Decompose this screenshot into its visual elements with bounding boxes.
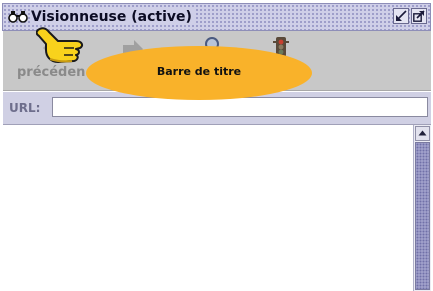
scroll-up-button[interactable] <box>415 126 430 141</box>
title-bar-callout: Barre de titre <box>86 46 312 100</box>
url-label: URL: <box>9 101 41 115</box>
url-input[interactable] <box>52 97 428 117</box>
callout-text: Barre de titre <box>156 65 242 78</box>
iconify-button[interactable] <box>393 8 409 24</box>
maximize-button[interactable] <box>411 8 427 24</box>
pointing-hand-icon <box>36 27 84 63</box>
window-title: Visionneuse (active) <box>31 9 196 25</box>
back-label: précéden <box>17 65 86 80</box>
maximize-icon <box>413 10 425 22</box>
scroll-thumb[interactable] <box>415 142 430 290</box>
binoculars-icon <box>8 11 28 23</box>
content-area[interactable] <box>3 124 431 291</box>
scroll-up-icon <box>418 130 427 136</box>
viewer-window: Visionneuse (active) précéden URL: Barre… <box>0 0 433 291</box>
iconify-icon <box>396 10 407 21</box>
vertical-scrollbar[interactable] <box>413 125 431 291</box>
